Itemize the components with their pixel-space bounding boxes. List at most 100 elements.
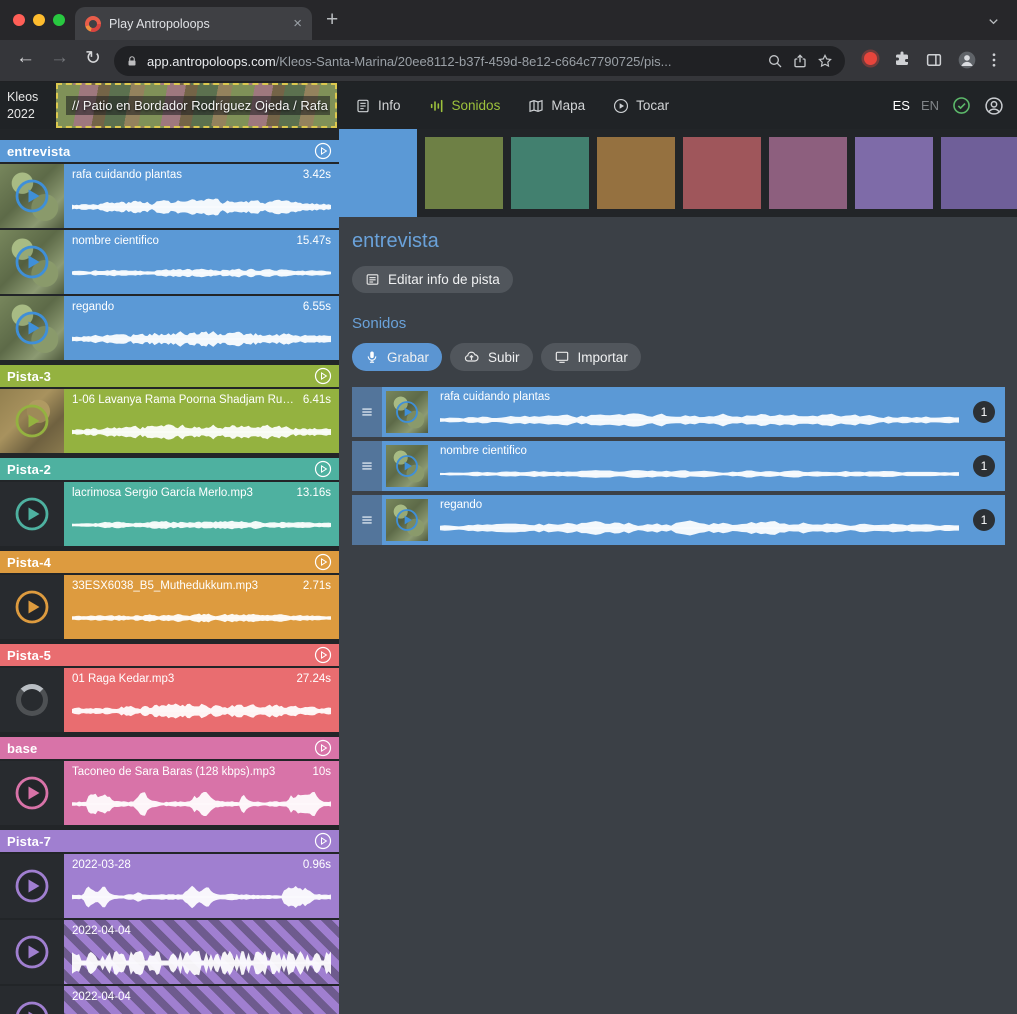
- clip[interactable]: 33ESX6038_B5_Muthedukkum.mp32.71s: [0, 575, 339, 639]
- waveform: [72, 324, 331, 354]
- browser-menu-icon[interactable]: [985, 51, 1003, 69]
- track-header[interactable]: entrevista: [0, 140, 339, 162]
- track-name: Pista-4: [7, 555, 314, 570]
- clip-thumbnail[interactable]: [0, 389, 64, 453]
- profile-avatar[interactable]: [957, 50, 977, 70]
- tab-search-chevron-icon[interactable]: [986, 14, 1001, 34]
- clip-body: regando6.55s: [64, 296, 339, 360]
- track-play-button[interactable]: [314, 142, 332, 160]
- clip-thumbnail[interactable]: [0, 164, 64, 228]
- clip-name: regando: [72, 301, 114, 313]
- extensions-puzzle-icon[interactable]: [893, 50, 911, 68]
- clip-thumbnail[interactable]: [0, 482, 64, 546]
- fullscreen-window-button[interactable]: [53, 14, 65, 26]
- clip[interactable]: 2022-04-04: [0, 920, 339, 984]
- clip-thumbnail[interactable]: [386, 499, 428, 541]
- close-window-button[interactable]: [13, 14, 25, 26]
- track-play-button[interactable]: [314, 553, 332, 571]
- track-header[interactable]: Pista-3: [0, 365, 339, 387]
- check-circle-icon[interactable]: [952, 96, 971, 115]
- clip-thumbnail[interactable]: [0, 854, 64, 918]
- nav-sonidos[interactable]: Sonidos: [429, 98, 501, 114]
- tab-strip: Play Antropoloops × +: [0, 0, 1017, 40]
- clip-thumbnail[interactable]: [0, 761, 64, 825]
- waveform: [72, 882, 331, 912]
- nav-label: Tocar: [636, 98, 669, 113]
- edit-track-info-button[interactable]: Editar info de pista: [352, 266, 513, 293]
- track-color-tab-7[interactable]: [941, 137, 1017, 209]
- track-play-button[interactable]: [314, 460, 332, 478]
- track-color-tab-4[interactable]: [683, 137, 761, 209]
- clip-name: 1-06 Lavanya Rama Poorna Shadjam Rupak..…: [72, 394, 295, 406]
- clip[interactable]: 01 Raga Kedar.mp327.24s: [0, 668, 339, 732]
- tab-title: Play Antropoloops: [109, 17, 285, 31]
- track-header[interactable]: Pista-5: [0, 644, 339, 666]
- side-panel-icon[interactable]: [925, 51, 943, 69]
- track-color-tab-0[interactable]: [339, 129, 417, 217]
- lang-en[interactable]: EN: [921, 98, 939, 113]
- track-header[interactable]: base: [0, 737, 339, 759]
- zoom-icon[interactable]: [767, 53, 783, 69]
- sound-row[interactable]: nombre cientifico1: [352, 441, 1005, 491]
- clip-thumbnail[interactable]: [0, 668, 64, 732]
- waveform: [72, 948, 331, 978]
- track-color-tab-2[interactable]: [511, 137, 589, 209]
- track-name: Pista-2: [7, 462, 314, 477]
- clip-thumbnail[interactable]: [0, 986, 64, 1014]
- record-button[interactable]: Grabar: [352, 343, 442, 371]
- sound-row[interactable]: rafa cuidando plantas1: [352, 387, 1005, 437]
- track-play-button[interactable]: [314, 646, 332, 664]
- back-button[interactable]: ←: [16, 47, 35, 69]
- track-color-tab-3[interactable]: [597, 137, 675, 209]
- address-bar[interactable]: app.antropoloops.com/Kleos-Santa-Marina/…: [114, 46, 845, 76]
- drag-handle-icon[interactable]: [352, 441, 382, 491]
- clip[interactable]: 2022-04-04: [0, 986, 339, 1014]
- upload-button[interactable]: Subir: [450, 343, 533, 371]
- track-play-button[interactable]: [314, 367, 332, 385]
- sound-row[interactable]: regando1: [352, 495, 1005, 545]
- clip-thumbnail[interactable]: [0, 920, 64, 984]
- track-header[interactable]: Pista-4: [0, 551, 339, 573]
- clip[interactable]: regando6.55s: [0, 296, 339, 360]
- clip-duration: 2.71s: [303, 580, 331, 592]
- clip-thumbnail[interactable]: [0, 230, 64, 294]
- track-play-button[interactable]: [314, 739, 332, 757]
- reload-button[interactable]: ↻: [85, 47, 101, 70]
- bookmark-star-icon[interactable]: [817, 53, 833, 69]
- play-icon: [395, 454, 419, 478]
- new-tab-button[interactable]: +: [326, 8, 338, 32]
- clip-thumbnail[interactable]: [0, 575, 64, 639]
- tab-close-icon[interactable]: ×: [293, 16, 302, 31]
- minimize-window-button[interactable]: [33, 14, 45, 26]
- clip[interactable]: Taconeo de Sara Baras (128 kbps).mp310s: [0, 761, 339, 825]
- play-nav-icon: [613, 98, 629, 114]
- clip-thumbnail[interactable]: [0, 296, 64, 360]
- drag-handle-icon[interactable]: [352, 495, 382, 545]
- nav-info[interactable]: Info: [355, 98, 401, 114]
- clip[interactable]: 2022-03-280.96s: [0, 854, 339, 918]
- browser-tab[interactable]: Play Antropoloops ×: [75, 7, 312, 40]
- clip[interactable]: lacrimosa Sergio García Merlo.mp313.16s: [0, 482, 339, 546]
- nav-tocar[interactable]: Tocar: [613, 98, 669, 114]
- import-button[interactable]: Importar: [541, 343, 641, 371]
- track-color-tab-5[interactable]: [769, 137, 847, 209]
- clip[interactable]: rafa cuidando plantas3.42s: [0, 164, 339, 228]
- share-icon[interactable]: [792, 53, 808, 69]
- clip[interactable]: nombre cientifico15.47s: [0, 230, 339, 294]
- lang-es[interactable]: ES: [893, 98, 910, 113]
- recording-extension-icon[interactable]: [864, 52, 877, 65]
- track-header[interactable]: Pista-7: [0, 830, 339, 852]
- clip[interactable]: 1-06 Lavanya Rama Poorna Shadjam Rupak..…: [0, 389, 339, 453]
- nav-mapa[interactable]: Mapa: [528, 98, 585, 114]
- play-icon: [14, 775, 50, 811]
- track-color-tab-1[interactable]: [425, 137, 503, 209]
- account-circle-icon[interactable]: [984, 96, 1004, 116]
- track-color-tab-6[interactable]: [855, 137, 933, 209]
- track-play-button[interactable]: [314, 832, 332, 850]
- forward-button[interactable]: →: [50, 47, 69, 69]
- project-map-thumbnail[interactable]: // Patio en Bordador Rodríguez Ojeda / R…: [56, 83, 337, 128]
- drag-handle-icon[interactable]: [352, 387, 382, 437]
- clip-thumbnail[interactable]: [386, 445, 428, 487]
- clip-thumbnail[interactable]: [386, 391, 428, 433]
- track-header[interactable]: Pista-2: [0, 458, 339, 480]
